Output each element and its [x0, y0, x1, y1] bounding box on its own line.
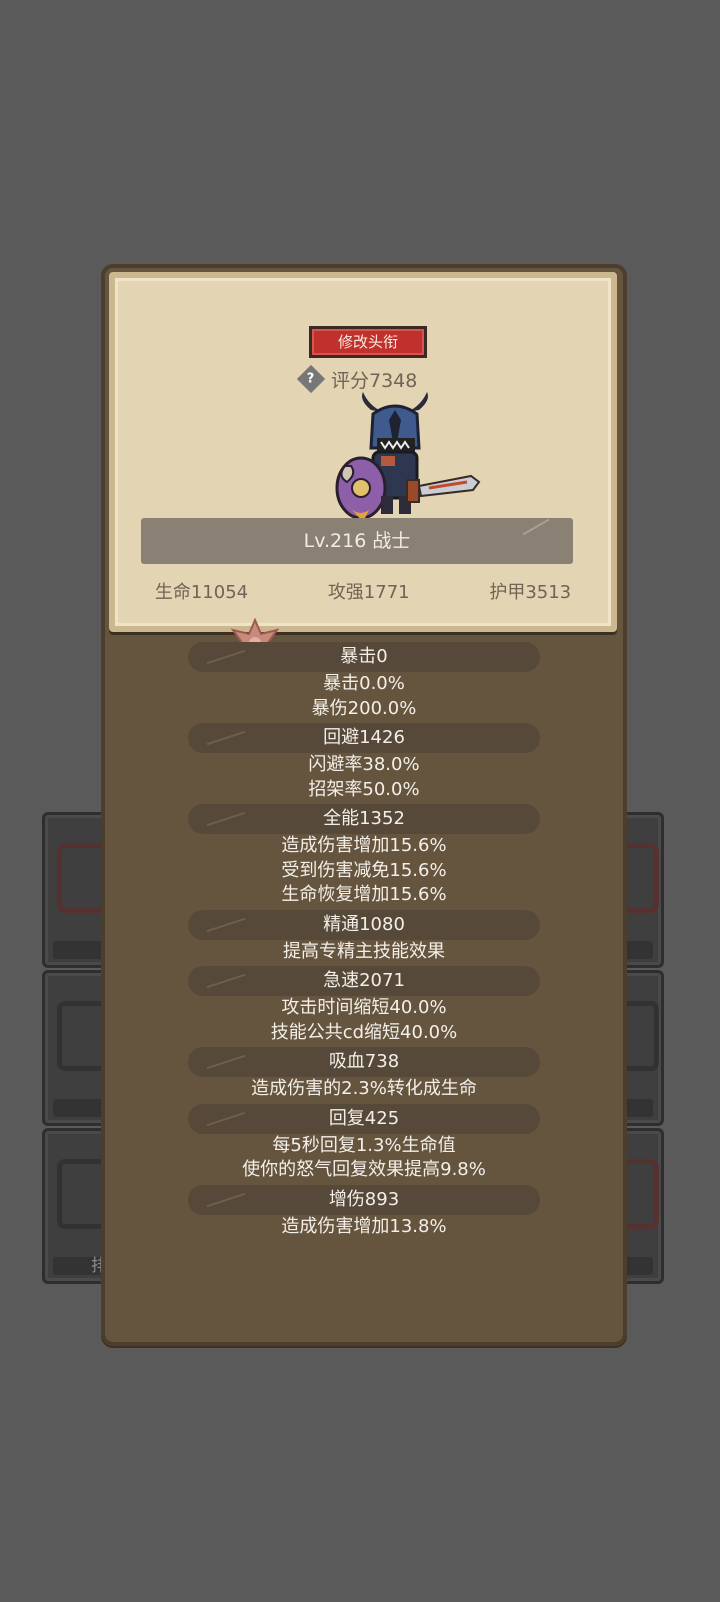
stat-detail: 受到伤害减免15.6%: [281, 859, 447, 881]
stat-detail: 使你的怒气回复效果提高9.8%: [242, 1159, 486, 1180]
score-row: ? 评分7348: [296, 362, 418, 396]
stat-detail: 暴伤200.0%: [311, 697, 417, 719]
stat-header-avoidance: 回避1426: [188, 723, 540, 753]
score-text: 评分7348: [331, 369, 418, 392]
stat-detail: 技能公共cd缩短40.0%: [270, 1021, 458, 1043]
character-header-panel: 修改头衔 ? 评分7348 Lv.216 战士 生命11054 攻强1771 护…: [109, 272, 617, 632]
base-stat-armor: 护甲3513: [489, 582, 572, 603]
stat-header-lifesteal: 吸血738: [188, 1047, 540, 1077]
stat-header-crit: 暴击0: [188, 642, 540, 672]
base-stat-hp: 生命11054: [154, 582, 249, 603]
level-class-bar: Lv.216 战士: [141, 518, 573, 564]
stat-detail: 提高专精主技能效果: [283, 940, 445, 962]
stat-header-regen: 回复425: [188, 1103, 540, 1134]
stats-list: 暴击0 暴击0.0% 暴伤200.0% 回避1426 闪避率38.0% 招架率5…: [105, 640, 623, 1239]
change-title-button[interactable]: 修改头衔: [309, 326, 427, 358]
base-stat-attack-power: 攻强1771: [327, 582, 410, 603]
stat-detail: 造成伤害的2.3%转化成生命: [251, 1078, 477, 1099]
stat-detail: 生命恢复增加15.6%: [281, 884, 447, 905]
stat-detail: 攻击时间缩短40.0%: [281, 997, 447, 1018]
stat-detail: 造成伤害增加13.8%: [281, 1215, 447, 1237]
help-icon-glyph: ?: [307, 371, 315, 387]
base-stats-row: 生命11054 攻强1771 护甲3513: [115, 578, 611, 604]
stat-detail: 招架率50.0%: [308, 778, 420, 800]
stat-header-damage-bonus: 增伤893: [188, 1184, 540, 1215]
stat-detail: 闪避率38.0%: [308, 754, 420, 775]
help-icon[interactable]: ?: [296, 364, 326, 394]
stat-header-versatility: 全能1352: [188, 804, 540, 834]
stat-header-mastery: 精通1080: [188, 909, 540, 940]
stat-detail: 每5秒回复1.3%生命值: [272, 1134, 456, 1156]
warrior-character-sprite: [335, 392, 481, 522]
stat-detail: 暴击0.0%: [323, 673, 405, 694]
stat-header-haste: 急速2071: [188, 966, 540, 996]
character-stats-modal: 修改头衔 ? 评分7348 Lv.216 战士 生命11054 攻强1771 护…: [101, 264, 627, 1346]
stat-detail: 造成伤害增加15.6%: [281, 835, 447, 856]
